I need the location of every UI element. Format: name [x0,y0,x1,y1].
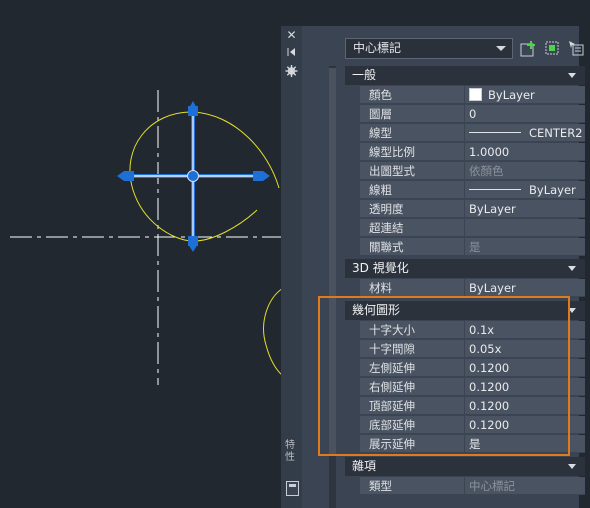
property-row[interactable]: 出圖型式 依顏色 [345,162,585,181]
row-gutter [345,105,360,124]
property-value-text: 是 [469,240,481,254]
grip-right[interactable] [253,171,263,181]
grip-center[interactable] [187,170,199,182]
property-label: 圖層 [360,105,464,123]
chevron-down-icon [568,266,576,271]
linetype-preview-icon [469,132,521,134]
property-value[interactable]: ByLayer [465,181,585,199]
toggle-pickadd-icon[interactable] [520,40,537,57]
row-gutter [345,238,360,257]
section-title: 雜項 [352,459,377,473]
chevron-down-icon [568,73,576,78]
section-header-visualization[interactable]: 3D 視覺化 [345,259,585,278]
chevron-down-icon [568,464,576,469]
property-row[interactable]: 圖層 0 [345,105,585,124]
property-value[interactable] [465,219,585,237]
property-label: 材料 [360,279,464,297]
section-header-misc[interactable]: 雜項 [345,457,585,476]
property-value-text: 0 [469,107,477,121]
grip-left[interactable] [124,171,134,181]
property-value[interactable]: 0 [465,105,585,123]
property-row[interactable]: 類型 中心標記 [345,477,585,496]
row-gutter [345,477,360,496]
property-label: 出圖型式 [360,162,464,180]
object-type-value: 中心標記 [353,41,402,55]
property-value[interactable]: 是 [465,238,585,256]
row-gutter [345,219,360,238]
property-value-text: ByLayer [469,281,516,295]
property-value[interactable]: CENTER2 [465,124,585,142]
property-label: 線型 [360,124,464,142]
row-gutter [345,200,360,219]
palette-title: 特性 [285,440,295,463]
property-row[interactable]: 線粗 ByLayer [345,181,585,200]
property-value-text: ByLayer [469,202,516,216]
property-value-text: CENTER2 [529,126,583,140]
linetype-preview-icon [469,189,521,191]
property-value-text: 依顏色 [469,164,504,178]
select-objects-icon[interactable] [544,40,561,57]
property-label: 線型比例 [360,143,464,161]
geometry-section-highlight [318,296,570,456]
property-label: 類型 [360,477,464,495]
palette-title-bar[interactable]: ✕ 特性 [281,26,303,508]
property-value-text: ByLayer [488,88,535,102]
grip-top[interactable] [188,106,198,116]
section-title: 一般 [352,68,377,82]
property-row[interactable]: 超連結 [345,219,585,238]
property-value-text: 1.0000 [469,145,510,159]
pin-icon[interactable] [284,45,299,59]
property-row[interactable]: 關聯式是 [345,238,585,257]
property-value[interactable]: 中心標記 [465,477,585,495]
row-gutter [345,181,360,200]
property-value-text: 中心標記 [469,479,515,493]
section-header-general[interactable]: 一般 [345,66,585,85]
property-value[interactable]: ByLayer [465,200,585,218]
property-label: 線粗 [360,181,464,199]
chevron-down-icon [496,46,506,51]
grip-right-arrow[interactable] [263,171,270,181]
property-label: 透明度 [360,200,464,218]
property-row[interactable]: 線型 CENTER2 [345,124,585,143]
property-value[interactable]: 1.0000 [465,143,585,161]
row-gutter [345,143,360,162]
property-label: 超連結 [360,219,464,237]
row-gutter [345,124,360,143]
color-swatch-icon [469,88,482,101]
row-gutter [345,162,360,181]
quickcalc-icon[interactable] [286,481,299,496]
grip-bottom-arrow[interactable] [188,244,198,252]
property-label: 顏色 [360,86,464,104]
property-row[interactable]: 線型比例 1.0000 [345,143,585,162]
property-row[interactable]: 顏色 ByLayer [345,86,585,105]
property-label: 關聯式 [360,238,464,256]
quick-select-icon[interactable] [568,40,585,57]
close-icon[interactable]: ✕ [284,28,299,42]
row-gutter [345,86,360,105]
property-value-text: ByLayer [529,183,576,197]
property-value[interactable]: ByLayer [465,279,585,297]
settings-icon[interactable] [284,64,299,78]
property-value[interactable]: 依顏色 [465,162,585,180]
object-type-dropdown[interactable]: 中心標記 [345,38,513,59]
property-value[interactable]: ByLayer [465,86,585,104]
grip-left-arrow[interactable] [117,171,124,181]
property-row[interactable]: 透明度 ByLayer [345,200,585,219]
section-title: 3D 視覺化 [352,261,409,275]
